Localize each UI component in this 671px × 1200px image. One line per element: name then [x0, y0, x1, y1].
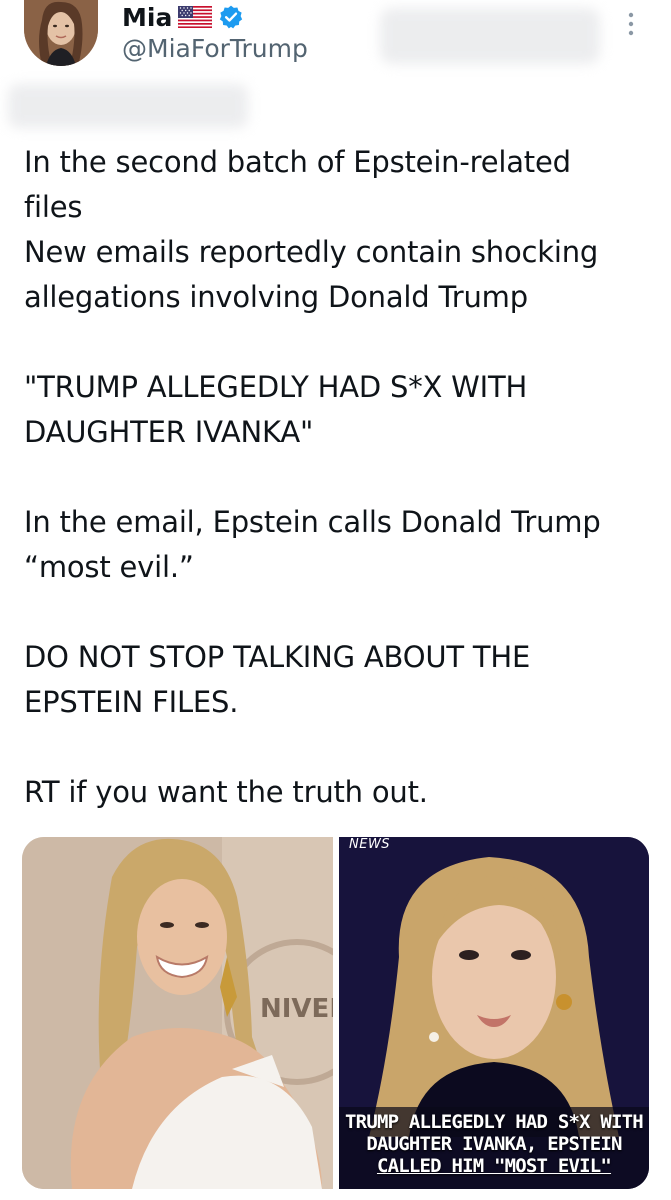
tweet-paragraph: "TRUMP ALLEGEDLY HAD S*X WITH DAUGHTER I…	[24, 370, 528, 449]
caption-line: CALLED HIM "MOST EVIL"	[376, 1155, 612, 1177]
verified-badge-icon	[220, 5, 243, 29]
us-flag-icon	[178, 6, 213, 28]
media-image-right[interactable]: NEWS TRUMP ALLEGEDLY HAD S*X WITH DAUGHT…	[339, 837, 649, 1189]
blurred-region	[380, 8, 600, 64]
author-handle[interactable]: @MiaForTrump	[122, 34, 308, 63]
tweet-text: In the second batch of Epstein-related f…	[24, 140, 656, 815]
media-image-left[interactable]: NIVEI	[22, 837, 333, 1189]
media-grid: NIVEI NEWS TRUMP ALLEGEDLY HAD S*X WITH …	[22, 837, 649, 1189]
tweet-header: Mia @MiaForTrump	[0, 0, 671, 128]
tweet-paragraph: RT if you want the truth out.	[24, 775, 428, 809]
backdrop-text: NIVEI	[260, 994, 333, 1024]
tweet-paragraph: In the email, Epstein calls Donald Trump…	[24, 505, 601, 584]
image-caption: TRUMP ALLEGEDLY HAD S*X WITH DAUGHTER IV…	[339, 1111, 649, 1177]
author-name-row[interactable]: Mia	[122, 0, 244, 34]
news-tag: NEWS	[349, 837, 391, 852]
blurred-region	[8, 84, 248, 128]
more-options-icon[interactable]	[624, 10, 638, 38]
caption-line: TRUMP ALLEGEDLY HAD S*X WITH	[345, 1111, 644, 1133]
photo-icon: NIVEI	[22, 837, 333, 1189]
avatar[interactable]	[24, 0, 98, 66]
tweet-paragraph: In the second batch of Epstein-related f…	[24, 145, 599, 314]
caption-line: DAUGHTER IVANKA, EPSTEIN	[366, 1133, 622, 1155]
tweet-paragraph: DO NOT STOP TALKING ABOUT THE EPSTEIN FI…	[24, 640, 531, 719]
display-name[interactable]: Mia	[122, 3, 172, 32]
